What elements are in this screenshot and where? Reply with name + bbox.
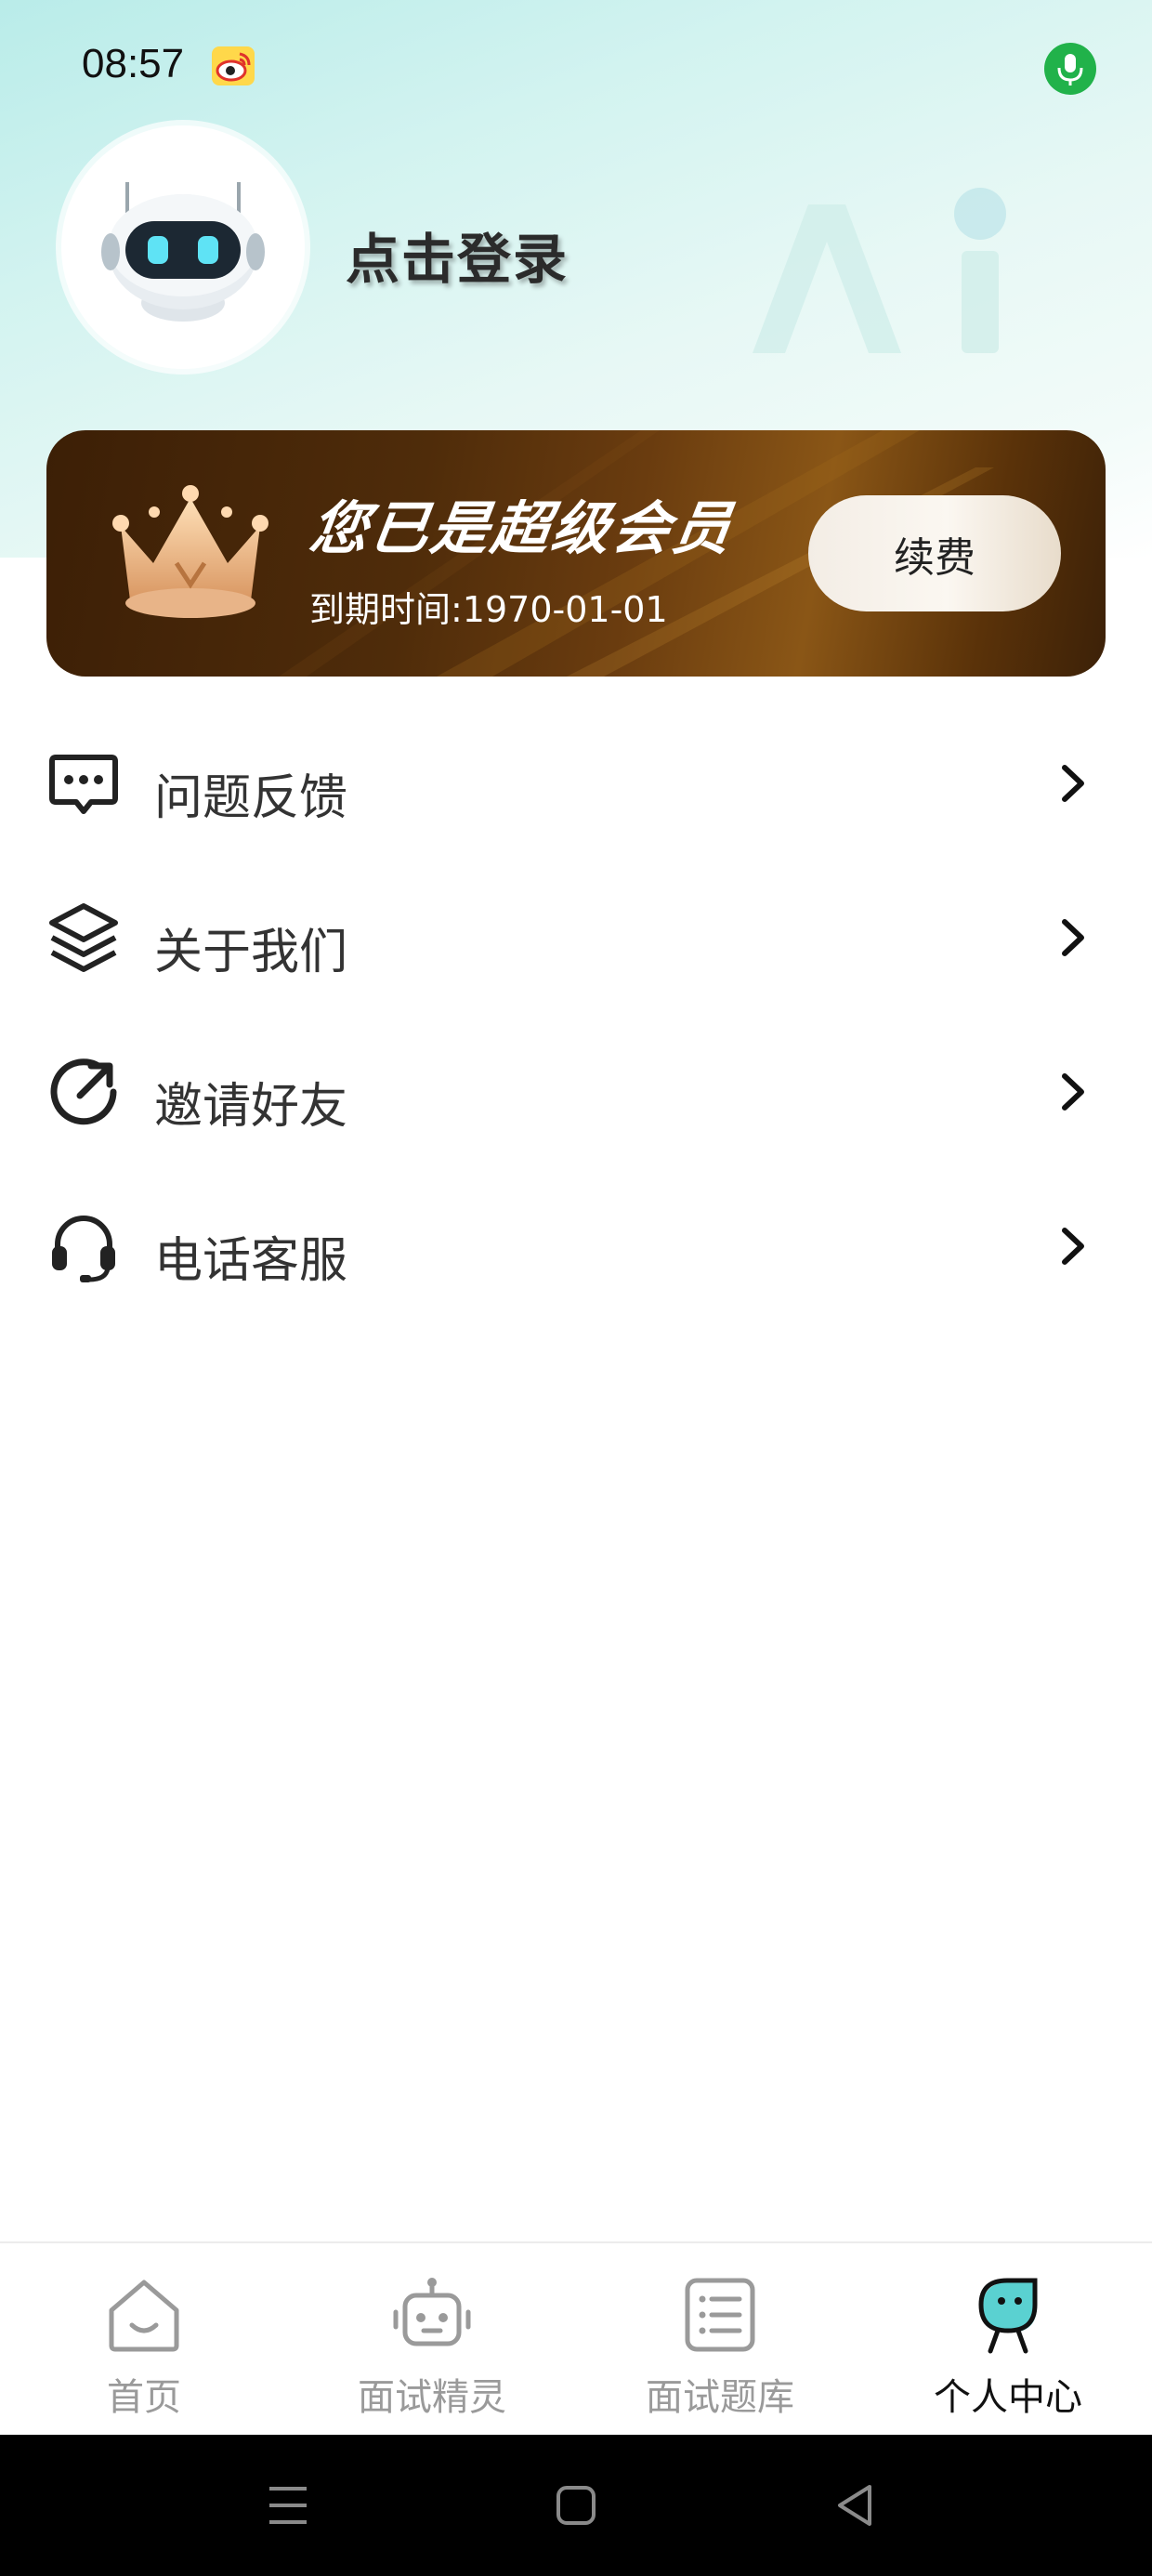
menu-label: 问题反馈 xyxy=(154,770,348,826)
menu-item-feedback[interactable]: 问题反馈 xyxy=(0,706,1152,861)
nav-tab-interview-bot[interactable]: 面试精灵 xyxy=(288,2243,576,2437)
menu-item-phone-support[interactable]: 电话客服 xyxy=(0,1169,1152,1323)
nav-label: 个人中心 xyxy=(934,2376,1082,2419)
chevron-right-icon xyxy=(1062,919,1084,956)
nav-label: 首页 xyxy=(107,2376,181,2419)
status-time: 08:57 xyxy=(82,41,185,86)
system-nav-bar xyxy=(0,2435,1152,2576)
back-icon[interactable] xyxy=(829,2477,884,2533)
vip-expire-date: 到期时间:1970-01-01 xyxy=(309,589,668,630)
menu-label: 电话客服 xyxy=(154,1233,348,1289)
chevron-right-icon xyxy=(1062,1073,1084,1111)
chevron-right-icon xyxy=(1062,1228,1084,1265)
home-square-icon[interactable] xyxy=(548,2477,604,2533)
renew-button[interactable]: 续费 xyxy=(808,495,1061,611)
share-icon xyxy=(50,1058,117,1125)
microphone-icon xyxy=(1044,43,1096,95)
layers-icon xyxy=(49,903,118,972)
feedback-icon xyxy=(49,755,118,814)
chevron-right-icon xyxy=(1062,765,1084,802)
nav-tab-question-bank[interactable]: 面试题库 xyxy=(576,2243,864,2437)
headset-icon xyxy=(52,1216,115,1282)
bottom-nav: 首页 面试精灵 面试题库 个人中心 xyxy=(0,2241,1152,2435)
menu-label: 关于我们 xyxy=(154,925,348,980)
login-link[interactable]: 点击登录 xyxy=(346,216,569,294)
crown-icon xyxy=(112,485,268,618)
list-icon xyxy=(685,2278,755,2352)
home-icon xyxy=(109,2280,179,2352)
nav-tab-profile[interactable]: 个人中心 xyxy=(864,2243,1152,2437)
nav-label: 面试精灵 xyxy=(358,2376,506,2419)
settings-menu: 问题反馈 关于我们 邀请好友 电话客服 xyxy=(0,706,1152,1323)
weibo-icon xyxy=(212,46,255,85)
menu-label: 邀请好友 xyxy=(154,1079,348,1135)
vip-title: 您已是超级会员 xyxy=(306,494,739,562)
profile-icon xyxy=(978,2278,1038,2354)
menu-item-about[interactable]: 关于我们 xyxy=(0,861,1152,1015)
robot-icon xyxy=(393,2278,471,2346)
vip-card: 您已是超级会员 到期时间:1970-01-01 续费 xyxy=(46,430,1106,677)
nav-tab-home[interactable]: 首页 xyxy=(0,2243,288,2437)
avatar[interactable] xyxy=(61,125,305,369)
nav-label: 面试题库 xyxy=(646,2376,794,2419)
status-bar: 08:57 xyxy=(0,0,1152,139)
ai-watermark xyxy=(753,188,1006,353)
menu-icon[interactable] xyxy=(260,2477,316,2533)
robot-icon xyxy=(101,182,265,322)
menu-item-invite[interactable]: 邀请好友 xyxy=(0,1015,1152,1169)
